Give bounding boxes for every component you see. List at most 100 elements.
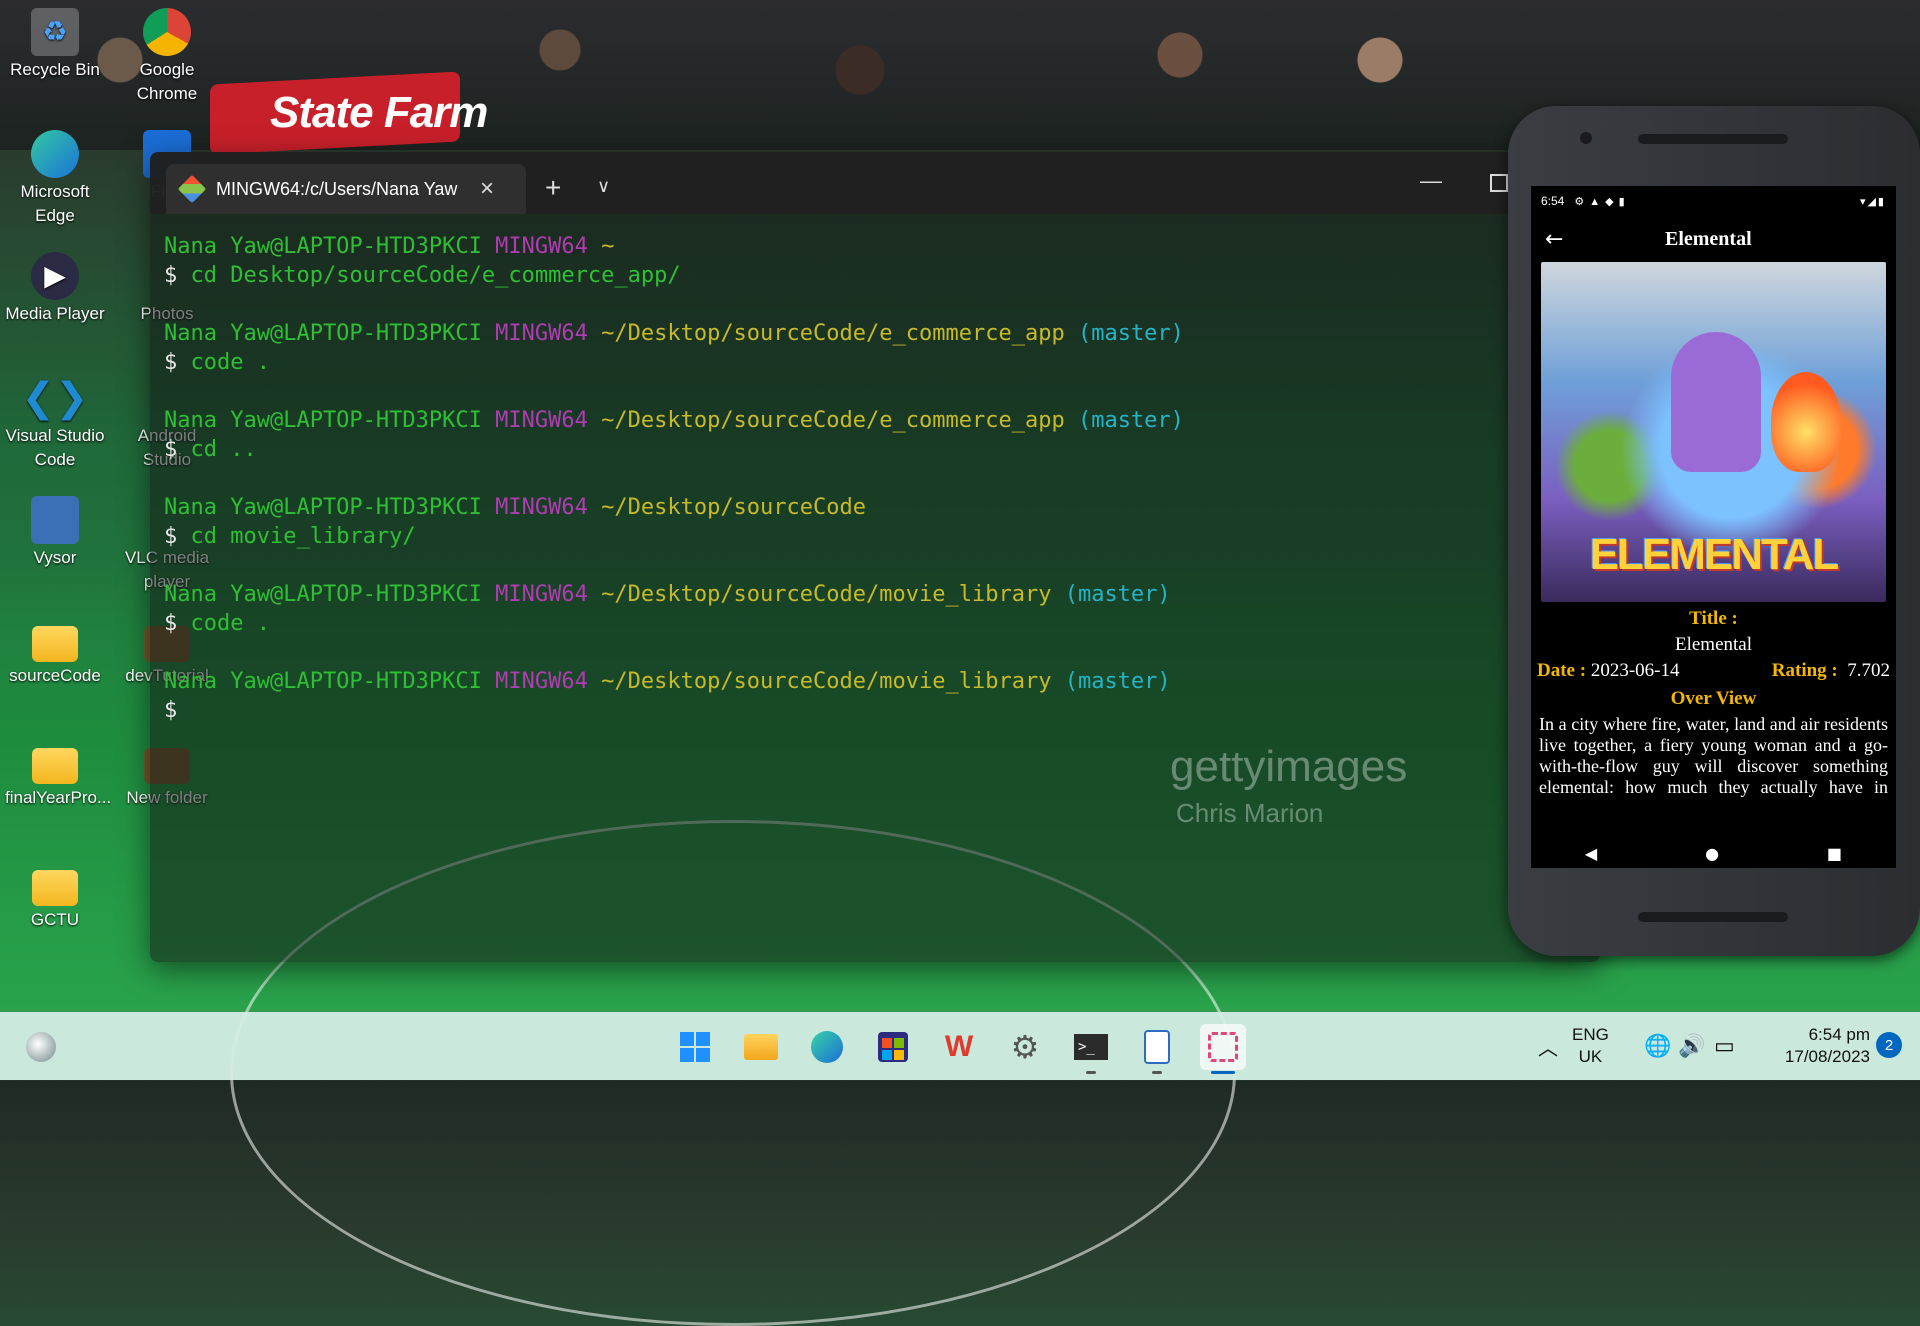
nav-back-icon[interactable]: ◀ <box>1585 844 1597 863</box>
snipping-tool-button[interactable] <box>1200 1024 1246 1074</box>
prompt-symbol: $ <box>164 611 178 636</box>
overview-text: In a city where fire, water, land and ai… <box>1539 714 1888 797</box>
prompt-user: Nana Yaw@LAPTOP-HTD3PKCI <box>164 495 482 520</box>
network-icon[interactable]: 🌐 <box>1644 1012 1671 1080</box>
command-text: code . <box>190 350 270 375</box>
prompt-host: MINGW64 <box>495 321 588 346</box>
terminal-button[interactable]: >_ <box>1072 1028 1110 1074</box>
prompt-path: ~/Desktop/sourceCode/e_commerce_app <box>601 321 1065 346</box>
wps-office-button[interactable]: W <box>940 1028 978 1066</box>
desktop-icon-label: Recycle Bin <box>10 60 100 79</box>
language-indicator[interactable]: ENG UK <box>1572 1024 1609 1068</box>
terminal-window[interactable]: MINGW64:/c/Users/Nana Yaw × + ∨ — Nana Y… <box>150 152 1600 962</box>
minimize-button[interactable]: — <box>1420 168 1442 194</box>
edge-button[interactable] <box>808 1028 846 1066</box>
prompt-line: Nana Yaw@LAPTOP-HTD3PKCI MINGW64 ~/Deskt… <box>164 406 1600 435</box>
wps-icon: W <box>944 1030 974 1063</box>
app-bar: ← Elemental <box>1531 216 1896 262</box>
language-region: UK <box>1578 1047 1603 1066</box>
back-arrow-icon[interactable]: ← <box>1545 227 1595 252</box>
close-tab-icon[interactable]: × <box>480 175 494 203</box>
show-hidden-icons-chevron-up-icon[interactable]: ︿ <box>1538 1012 1558 1080</box>
prompt-path: ~ <box>601 234 615 259</box>
phone-camera <box>1580 132 1592 144</box>
taskbar: W ⚙ >_ ︿ ENG UK 🌐 🔊 ▭ 6:54 pm 17/08/2023… <box>0 1012 1920 1080</box>
clock[interactable]: 6:54 pm 17/08/2023 <box>1760 1024 1870 1068</box>
terminal-title-bar[interactable]: MINGW64:/c/Users/Nana Yaw × + ∨ — <box>150 152 1600 214</box>
maximize-button[interactable] <box>1490 174 1508 192</box>
command-line: $ cd .. <box>164 435 1600 464</box>
desktop-icon-label: finalYearPro... <box>5 788 112 807</box>
prompt-symbol: $ <box>164 437 178 462</box>
getty-watermark: gettyimages <box>1170 742 1408 791</box>
desktop-icon-sourcecode[interactable]: sourceCode <box>5 618 105 688</box>
prompt-host: MINGW64 <box>495 495 588 520</box>
desktop-icon-vysor[interactable]: Vysor <box>5 496 105 570</box>
desktop-icon-recycle-bin[interactable]: ♻ Recycle Bin <box>5 8 105 82</box>
terminal-output[interactable]: Nana Yaw@LAPTOP-HTD3PKCI MINGW64 ~ $ cd … <box>150 214 1600 725</box>
desktop-icon-label: GCTU <box>30 910 80 929</box>
prompt-user: Nana Yaw@LAPTOP-HTD3PKCI <box>164 408 482 433</box>
desktop-icon-edge[interactable]: Microsoft Edge <box>5 130 105 228</box>
date-value: 2023-06-14 <box>1590 660 1680 681</box>
file-explorer-button[interactable] <box>742 1028 780 1066</box>
weather-icon[interactable] <box>26 1032 56 1062</box>
desktop-icon-label: Microsoft Edge <box>20 182 90 225</box>
prompt-host: MINGW64 <box>495 669 588 694</box>
desktop-icon-chrome[interactable]: Google Chrome <box>117 8 217 106</box>
desktop-icon-label: Media Player <box>5 304 105 323</box>
new-tab-button[interactable]: + <box>545 172 561 204</box>
edge-icon <box>31 130 79 178</box>
vscode-icon: ❮❯ <box>21 376 89 420</box>
getty-credit: Chris Marion <box>1176 798 1324 828</box>
prompt-path: ~/Desktop/sourceCode/movie_library <box>601 669 1052 694</box>
title-value: Elemental <box>1674 634 1753 655</box>
status-time: 6:54 <box>1541 194 1565 208</box>
command-line: $ cd movie_library/ <box>164 522 1600 551</box>
prompt-user: Nana Yaw@LAPTOP-HTD3PKCI <box>164 669 482 694</box>
command-text: cd movie_library/ <box>190 524 416 549</box>
prompt-user: Nana Yaw@LAPTOP-HTD3PKCI <box>164 234 482 259</box>
phone-screen[interactable]: 6:54 ⚙▲◆▮ ▾◢▮ ← Elemental ELEMENTAL Titl… <box>1531 186 1896 868</box>
desktop-icon-finalyearproject[interactable]: finalYearPro... <box>5 740 112 810</box>
store-button[interactable] <box>874 1028 912 1066</box>
settings-button[interactable]: ⚙ <box>1006 1028 1044 1066</box>
chevron-down-icon[interactable]: ∨ <box>597 176 610 197</box>
command-line: $ code . <box>164 609 1600 638</box>
prompt-host: MINGW64 <box>495 408 588 433</box>
battery-icon[interactable]: ▭ <box>1714 1012 1735 1080</box>
desktop-icon-label: Vysor <box>33 548 77 567</box>
desktop-icon-gctu[interactable]: GCTU <box>5 862 105 932</box>
prompt-symbol: $ <box>164 263 178 288</box>
nav-recents-icon[interactable]: ■ <box>1827 844 1842 863</box>
poster-character-wade <box>1671 332 1761 472</box>
title-label: Title : <box>1689 608 1738 629</box>
prompt-path: ~/Desktop/sourceCode/e_commerce_app <box>601 408 1065 433</box>
vysor-button[interactable] <box>1138 1028 1176 1074</box>
notification-badge[interactable]: 2 <box>1876 1032 1902 1058</box>
command-line: $ code . <box>164 348 1600 377</box>
nav-home-icon[interactable]: ● <box>1705 844 1719 863</box>
rating-label: Rating : <box>1771 660 1838 681</box>
phone-bottom-speaker <box>1638 912 1788 922</box>
command-line[interactable]: $ <box>164 696 1600 725</box>
active-indicator <box>1211 1071 1235 1074</box>
date-rating-row: Date : 2023-06-14 Rating : 7.702 <box>1531 660 1896 682</box>
file-explorer-icon <box>744 1034 778 1060</box>
prompt-branch: (master) <box>1064 582 1171 607</box>
command-text: cd .. <box>190 437 257 462</box>
start-button[interactable] <box>676 1028 714 1066</box>
prompt-branch: (master) <box>1077 321 1184 346</box>
desktop-icon-media-player[interactable]: ▶ Media Player <box>5 252 105 326</box>
edge-icon <box>811 1031 843 1063</box>
phone-mirror-window[interactable]: 6:54 ⚙▲◆▮ ▾◢▮ ← Elemental ELEMENTAL Titl… <box>1508 106 1920 956</box>
prompt-symbol: $ <box>164 698 178 723</box>
prompt-symbol: $ <box>164 350 178 375</box>
prompt-line: Nana Yaw@LAPTOP-HTD3PKCI MINGW64 ~/Deskt… <box>164 580 1600 609</box>
desktop-icon-vscode[interactable]: ❮❯ Visual Studio Code <box>5 374 105 472</box>
volume-icon[interactable]: 🔊 <box>1678 1012 1705 1080</box>
command-text: cd Desktop/sourceCode/e_commerce_app/ <box>190 263 681 288</box>
command-text: code . <box>190 611 270 636</box>
vysor-icon <box>1144 1030 1170 1064</box>
terminal-tab[interactable]: MINGW64:/c/Users/Nana Yaw × <box>166 164 526 214</box>
